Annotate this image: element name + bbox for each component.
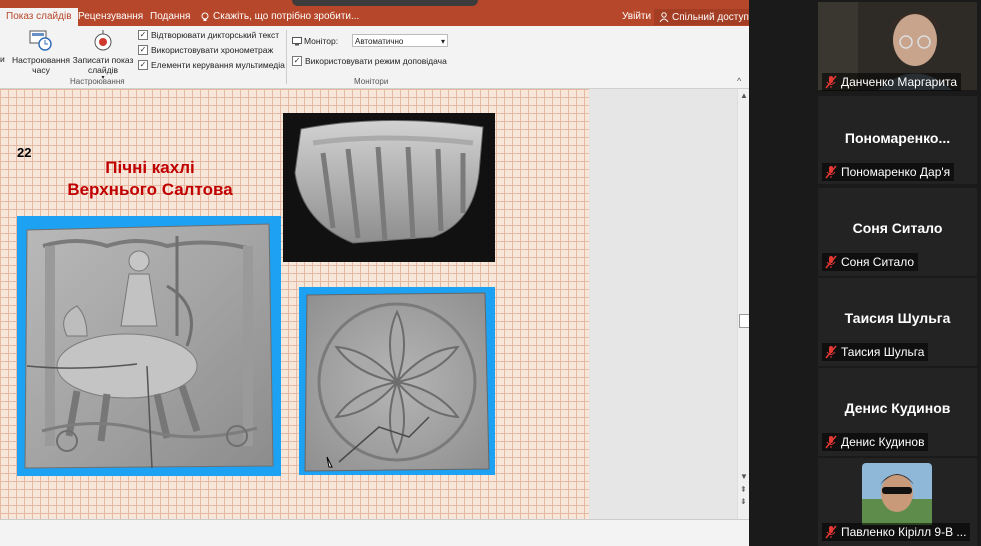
participant-name-label: Соня Ситало xyxy=(822,253,919,271)
participant-tile[interactable]: Таисия Шульга Таисия Шульга xyxy=(818,278,977,366)
monitor-label-text: Монітор: xyxy=(304,36,339,46)
checkbox-presenter-view-box[interactable]: ✓ xyxy=(292,56,302,66)
participant-name-label: Таисия Шульга xyxy=(822,343,929,361)
checkbox-presenter-view[interactable]: ✓ Використовувати режим доповідача xyxy=(292,56,447,66)
slide-clock-icon xyxy=(29,30,52,51)
slide-number: 22 xyxy=(17,145,32,160)
checkbox-timings-box[interactable]: ✓ xyxy=(138,45,148,55)
checkbox-media-controls-box[interactable]: ✓ xyxy=(138,60,148,70)
tab-slide-show[interactable]: Показ слайдів xyxy=(0,8,78,26)
vessel-fragment-image xyxy=(294,120,484,244)
chevron-down-icon: ▾ xyxy=(440,37,445,46)
participant-tile[interactable]: Денис Кудинов Денис Кудинов xyxy=(818,368,977,456)
muted-mic-icon xyxy=(825,165,837,179)
vertical-scrollbar[interactable]: ▲ ▼ ⇞ ⇟ xyxy=(737,89,749,519)
participant-name: Таисия Шульга xyxy=(841,345,925,359)
ribbon-panel: и Настроювання часу Записати показ слайд… xyxy=(0,26,749,89)
slide-canvas: 22 Пічні кахлі Верхнього Салтова xyxy=(0,89,589,519)
muted-mic-icon xyxy=(825,75,837,89)
title-search-pill[interactable] xyxy=(292,0,478,6)
muted-mic-icon xyxy=(825,435,837,449)
checkbox-narration-box[interactable]: ✓ xyxy=(138,30,148,40)
participant-name: Данченко Маргарита xyxy=(841,75,958,89)
lightbulb-icon xyxy=(201,12,209,21)
muted-mic-icon xyxy=(825,525,837,539)
participant-display-name: Таисия Шульга xyxy=(844,310,951,326)
participant-name-label: Денис Кудинов xyxy=(822,433,929,451)
tab-review[interactable]: Рецензування xyxy=(78,11,143,22)
tab-view[interactable]: Подання xyxy=(150,11,190,22)
ribbon-tabs: Показ слайдів Рецензування Подання Скажі… xyxy=(0,8,749,26)
checkbox-media-controls-label: Елементи керування мультимедіа xyxy=(151,60,285,70)
scroll-up-icon[interactable]: ▲ xyxy=(740,91,748,100)
participant-display-name: Денис Кудинов xyxy=(844,400,951,416)
scrollbar-thumb[interactable] xyxy=(739,314,749,328)
participant-name: Пономаренко Дар'я xyxy=(841,165,951,179)
participant-name-label: Пономаренко Дар'я xyxy=(822,163,955,181)
group-label-monitors: Монітори xyxy=(354,77,389,86)
group-label-setup: Настроювання xyxy=(70,77,125,86)
rider-relief-image xyxy=(24,223,274,469)
share-label: Спільний доступ xyxy=(672,11,749,23)
participant-display-name: Соня Ситало xyxy=(852,220,943,236)
participant-tile[interactable]: Данченко Маргарита xyxy=(818,2,977,91)
person-icon xyxy=(659,12,669,22)
status-bar xyxy=(0,519,749,546)
tell-me-text: Скажіть, що потрібно зробити... xyxy=(213,11,360,22)
title-bar xyxy=(0,0,749,8)
monitor-icon xyxy=(292,36,302,45)
group-divider xyxy=(286,30,287,84)
participant-name-label: Павленко Кірілл 9-В ... xyxy=(822,523,971,541)
record-icon xyxy=(94,30,112,51)
rehearse-timings-label: Настроювання часу xyxy=(12,55,70,75)
tile-rosette-image xyxy=(299,287,495,475)
monitor-select-value: Автоматично xyxy=(355,37,404,46)
next-slide-icon[interactable]: ⇟ xyxy=(740,497,747,506)
participant-tile[interactable]: Павленко Кірілл 9-В ... xyxy=(818,458,977,546)
participant-tile[interactable]: Пономаренко... Пономаренко Дар'я xyxy=(818,96,977,184)
scroll-down-icon[interactable]: ▼ xyxy=(740,472,748,481)
muted-mic-icon xyxy=(825,255,837,269)
participant-name-label: Данченко Маргарита xyxy=(822,73,962,91)
rehearse-timings-button[interactable]: Настроювання часу xyxy=(10,29,72,75)
powerpoint-window: Показ слайдів Рецензування Подання Скажі… xyxy=(0,0,749,546)
slide-editing-area: 22 Пічні кахлі Верхнього Салтова xyxy=(0,89,738,519)
monitor-select[interactable]: Автоматично ▾ xyxy=(352,34,448,47)
rosette-relief-image xyxy=(304,292,490,472)
checkbox-narration-label: Відтворювати дикторський текст xyxy=(151,30,280,40)
record-slide-show-button[interactable]: Записати показ слайдів ▾ xyxy=(72,29,134,81)
tile-vessel-image xyxy=(283,113,495,262)
checkbox-narration[interactable]: ✓ Відтворювати дикторський текст xyxy=(138,30,279,40)
ribbon-cut-label: и xyxy=(0,54,5,64)
slide-title: Пічні кахлі Верхнього Салтова xyxy=(40,157,260,201)
checkbox-timings-label: Використовувати хронометраж xyxy=(151,45,274,55)
checkbox-media-controls[interactable]: ✓ Елементи керування мультимедіа xyxy=(138,60,285,70)
participant-tile[interactable]: Соня Ситало Соня Ситало xyxy=(818,188,977,276)
muted-mic-icon xyxy=(825,345,837,359)
tell-me-box[interactable]: Скажіть, що потрібно зробити... xyxy=(200,11,359,22)
checkbox-timings[interactable]: ✓ Використовувати хронометраж xyxy=(138,45,273,55)
monitor-label: Монітор: xyxy=(292,36,338,46)
previous-slide-icon[interactable]: ⇞ xyxy=(740,485,747,494)
participant-name: Соня Ситало xyxy=(841,255,915,269)
tile-rider-image xyxy=(17,216,281,476)
slide-title-line-1: Пічні кахлі xyxy=(105,158,195,177)
share-button[interactable]: Спільний доступ xyxy=(654,9,749,25)
record-slide-show-label: Записати показ слайдів xyxy=(72,55,134,75)
checkbox-presenter-view-label: Використовувати режим доповідача xyxy=(305,56,447,66)
collapse-ribbon-icon[interactable]: ^ xyxy=(737,76,741,86)
participant-avatar xyxy=(862,463,932,525)
slide-title-line-2: Верхнього Салтова xyxy=(67,180,233,199)
sign-in-link[interactable]: Увійти xyxy=(622,11,651,22)
participant-name: Денис Кудинов xyxy=(841,435,925,449)
participant-display-name: Пономаренко... xyxy=(844,130,951,146)
participant-name: Павленко Кірілл 9-В ... xyxy=(841,525,967,539)
